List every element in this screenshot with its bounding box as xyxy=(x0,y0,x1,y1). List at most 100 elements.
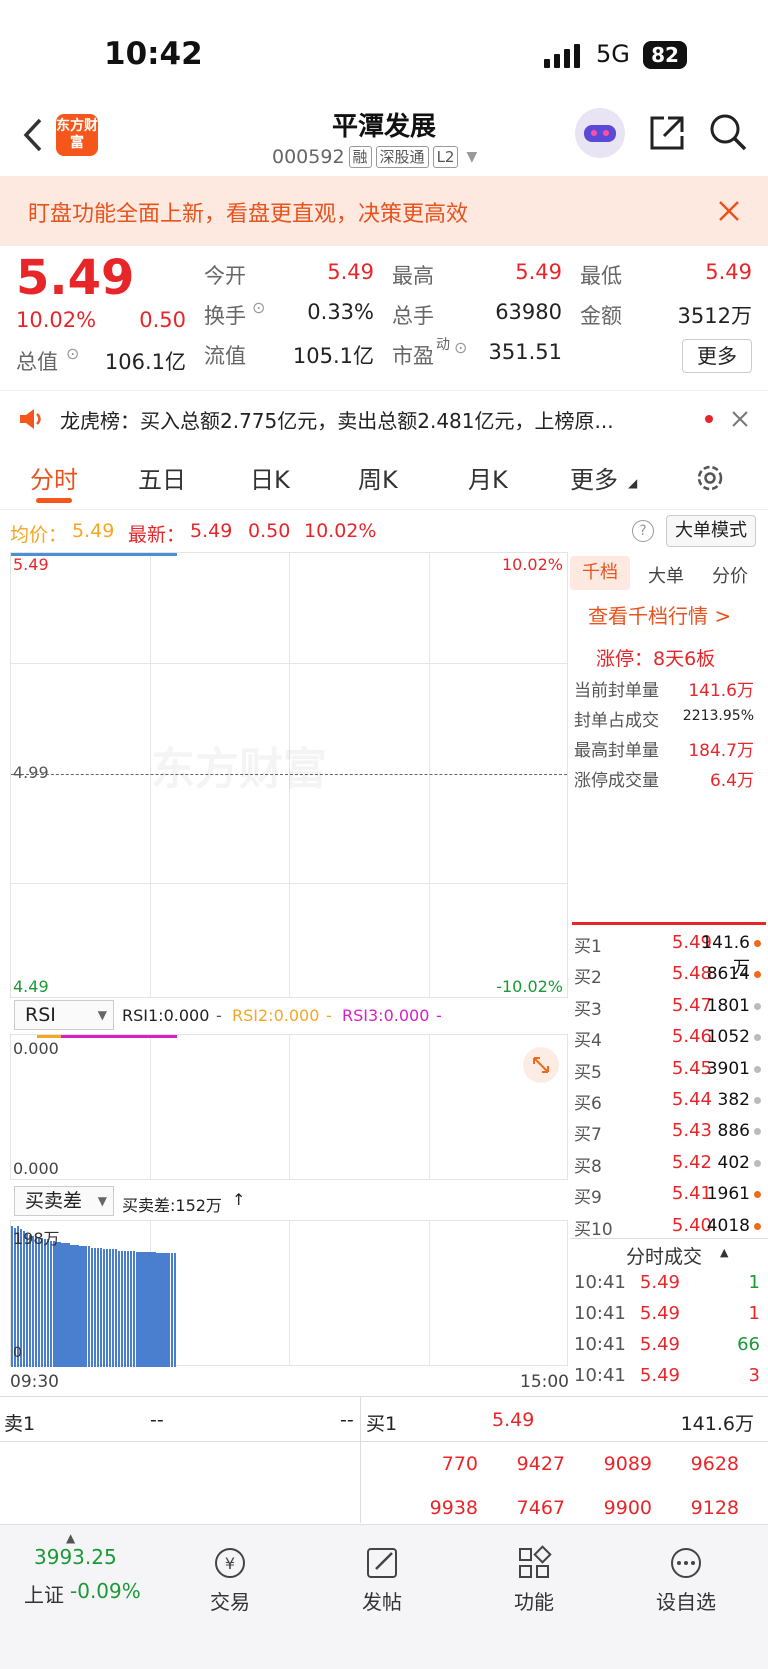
index-name: 上证 xyxy=(24,1583,64,1607)
promo-banner[interactable]: 盯盘功能全面上新，看盘更直观，决策更高效 xyxy=(0,176,768,246)
tab-weekly-k[interactable]: 周K xyxy=(358,460,398,495)
latest-label: 最新： xyxy=(128,524,186,546)
top-pct: 10.02% xyxy=(501,555,563,574)
watermark: 东方财富 xyxy=(151,733,327,797)
rsi-selector-label: RSI xyxy=(25,1004,56,1026)
add-watchlist-label: 设自选 xyxy=(656,1590,716,1614)
tab-price-dist[interactable]: 分价 xyxy=(712,562,748,588)
chart-start-time: 09:30 xyxy=(10,1372,59,1392)
divider xyxy=(360,1397,361,1523)
tab-intraday[interactable]: 分时 xyxy=(30,460,78,495)
stock-code-line[interactable]: 000592 融 深股通 L2 ▼ xyxy=(272,146,477,168)
buy1-price: 5.49 xyxy=(492,1409,535,1431)
tick-volume: 1 xyxy=(748,1303,760,1324)
grid-line xyxy=(429,1035,430,1179)
stat-value: 141.6万 xyxy=(688,681,754,701)
stat-value: 184.7万 xyxy=(688,741,754,761)
stat-value: 6.4万 xyxy=(709,771,754,791)
robot-assistant-icon[interactable] xyxy=(575,108,625,158)
sell1-volume: -- xyxy=(340,1409,354,1431)
buy-sell-diff-panel: 买卖差 ▼ 买卖差:152万 ↑ 198万 0 xyxy=(10,1186,568,1370)
share-icon[interactable] xyxy=(648,114,686,152)
info-icon[interactable]: ⊙ xyxy=(454,338,467,357)
bid-volume: 382 xyxy=(717,1090,750,1110)
chevron-up-icon: ▲ xyxy=(720,1246,729,1259)
index-value[interactable]: 3993.25 xyxy=(34,1545,117,1569)
grid-line xyxy=(429,553,430,997)
bid-level-label: 买9 xyxy=(574,1188,602,1209)
stat-label: 当前封单量 xyxy=(574,681,659,701)
edit-icon xyxy=(367,1548,397,1578)
intraday-chart[interactable]: 东方财富 5.49 4.99 4.49 10.02% -10.02% xyxy=(10,552,568,998)
latest-change: 0.50 xyxy=(248,520,291,542)
post-button[interactable]: 发帖 xyxy=(332,1545,432,1615)
network-type: 5G xyxy=(596,40,630,68)
tab-indicator xyxy=(36,498,72,503)
stock-code: 000592 xyxy=(272,146,345,168)
bid-level-label: 买7 xyxy=(574,1125,602,1146)
banner-text: 盯盘功能全面上新，看盘更直观，决策更高效 xyxy=(28,202,469,227)
buy1-label: 买1 xyxy=(366,1413,398,1435)
close-icon[interactable] xyxy=(732,411,748,427)
tick-volume: 66 xyxy=(737,1334,760,1355)
status-bar: 10:42 5G 82 xyxy=(0,0,768,110)
bid-dot xyxy=(754,1002,761,1010)
tick-price: 5.49 xyxy=(639,1334,680,1355)
top-price: 5.49 xyxy=(13,555,49,574)
bid-dot xyxy=(754,971,761,979)
bid-level-label: 买10 xyxy=(574,1219,613,1240)
expand-icon[interactable] xyxy=(523,1047,559,1083)
rsi-line xyxy=(37,1035,61,1038)
tick-price: 5.49 xyxy=(639,1303,680,1324)
tick-price: 5.49 xyxy=(639,1272,680,1293)
grid-line xyxy=(11,883,567,884)
queue-order: 770 xyxy=(441,1453,478,1475)
tab-qiandang[interactable]: 千档 xyxy=(570,556,630,590)
bid-volume: 4018 xyxy=(706,1215,750,1236)
search-icon[interactable] xyxy=(708,112,748,152)
rsi-chart[interactable]: 0.000 0.000 xyxy=(10,1034,568,1180)
help-icon[interactable]: ? xyxy=(632,520,654,542)
info-icon[interactable]: ⊙ xyxy=(66,344,79,363)
trade-label: 交易 xyxy=(210,1590,250,1614)
tab-big-order[interactable]: 大单 xyxy=(648,562,684,588)
bid-volume: 402 xyxy=(717,1152,750,1173)
trade-icon: ¥ xyxy=(215,1548,245,1578)
pe-superscript: 动 xyxy=(436,337,450,353)
bsd-selector[interactable]: 买卖差 ▼ xyxy=(14,1186,114,1216)
stat-label: 封单占成交 xyxy=(574,711,659,731)
tab-more[interactable]: 更多 xyxy=(570,460,618,495)
dropdown-arrow-icon: ◢ xyxy=(628,476,638,490)
up-arrow-icon: ↑ xyxy=(232,1190,246,1209)
ticks-title[interactable]: 分时成交 xyxy=(626,1242,702,1269)
info-icon[interactable]: ⊙ xyxy=(252,298,265,317)
market-cap-label: 总值 xyxy=(16,350,58,374)
gear-icon[interactable] xyxy=(694,462,726,494)
big-order-mode-button[interactable]: 大单模式 xyxy=(666,515,756,547)
bid-volume: 1052 xyxy=(706,1027,750,1048)
trade-button[interactable]: ¥ 交易 xyxy=(180,1545,280,1615)
rsi-selector[interactable]: RSI ▼ xyxy=(14,1000,114,1030)
view-qiandang-link[interactable]: 查看千档行情 > xyxy=(588,600,731,629)
tab-five-day[interactable]: 五日 xyxy=(138,460,186,495)
function-button[interactable]: 功能 xyxy=(484,1545,584,1615)
tab-daily-k[interactable]: 日K xyxy=(250,460,290,495)
bottom-price: 4.49 xyxy=(13,977,49,996)
bsd-chart[interactable]: 198万 0 xyxy=(10,1220,568,1367)
notice-bar[interactable]: 龙虎榜：买入总额2.775亿元，卖出总额2.481亿元，上榜原... xyxy=(0,390,768,444)
more-button[interactable]: 更多 xyxy=(682,339,752,373)
bid-volume: 1801 xyxy=(706,995,750,1016)
quote-summary: 5.49 10.02% 0.50 总值 ⊙ 106.1亿 今开 5.49 换手 … xyxy=(0,246,768,386)
status-time: 10:42 xyxy=(104,36,203,72)
avg-price-label: 均价： xyxy=(10,524,68,546)
low-label: 最低 xyxy=(580,264,622,288)
bsd-bottom: 0 xyxy=(13,1345,22,1361)
avg-price: 5.49 xyxy=(72,520,115,542)
close-icon[interactable] xyxy=(718,200,740,222)
stock-header: 东方财富 平潭发展 000592 融 深股通 L2 ▼ xyxy=(0,104,768,176)
high-label: 最高 xyxy=(392,264,434,288)
add-watchlist-button[interactable]: 设自选 xyxy=(636,1545,736,1615)
tab-monthly-k[interactable]: 月K xyxy=(468,460,508,495)
bsd-bar xyxy=(174,1253,177,1367)
bid-dot xyxy=(754,1097,761,1104)
